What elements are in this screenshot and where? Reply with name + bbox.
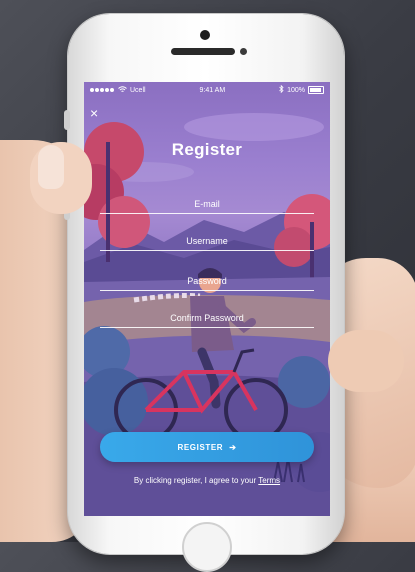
signal-dots-icon [90, 87, 115, 94]
register-button[interactable]: REGISTER ➔ [100, 432, 314, 462]
close-icon[interactable]: × [90, 106, 98, 120]
status-bar: Ucell 9:41 AM 100% [84, 82, 330, 98]
page-title: Register [171, 140, 243, 159]
bluetooth-icon [279, 84, 284, 95]
earpiece-speaker [171, 48, 235, 55]
home-button[interactable] [182, 522, 232, 572]
app-screen: Ucell 9:41 AM 100% × Register REGISTER ➔… [84, 82, 330, 516]
password-field-wrapper [100, 271, 314, 291]
wifi-icon [118, 85, 127, 95]
front-camera [200, 30, 210, 40]
confirm-password-field-wrapper [100, 308, 314, 328]
battery-percentage: 100% [287, 86, 305, 94]
arrow-right-icon: ➔ [229, 442, 237, 452]
carrier-name: Ucell [130, 86, 146, 94]
status-time: 9:41 AM [199, 86, 226, 94]
email-field[interactable] [100, 198, 314, 210]
username-field-wrapper [100, 231, 314, 251]
username-field[interactable] [100, 235, 314, 247]
mute-switch [64, 110, 70, 130]
terms-prefix: By clicking register, I agree to your [133, 476, 259, 485]
proximity-sensor [240, 48, 247, 55]
confirm-password-field[interactable] [100, 312, 314, 324]
battery-icon [308, 86, 324, 94]
fingernail [38, 145, 64, 189]
register-button-label: REGISTER [177, 442, 224, 452]
password-field[interactable] [100, 275, 314, 287]
thumb-tip [328, 330, 404, 392]
terms-notice: By clicking register, I agree to your Te… [84, 476, 330, 485]
terms-link[interactable]: Terms [258, 476, 280, 485]
email-field-wrapper [100, 194, 314, 214]
